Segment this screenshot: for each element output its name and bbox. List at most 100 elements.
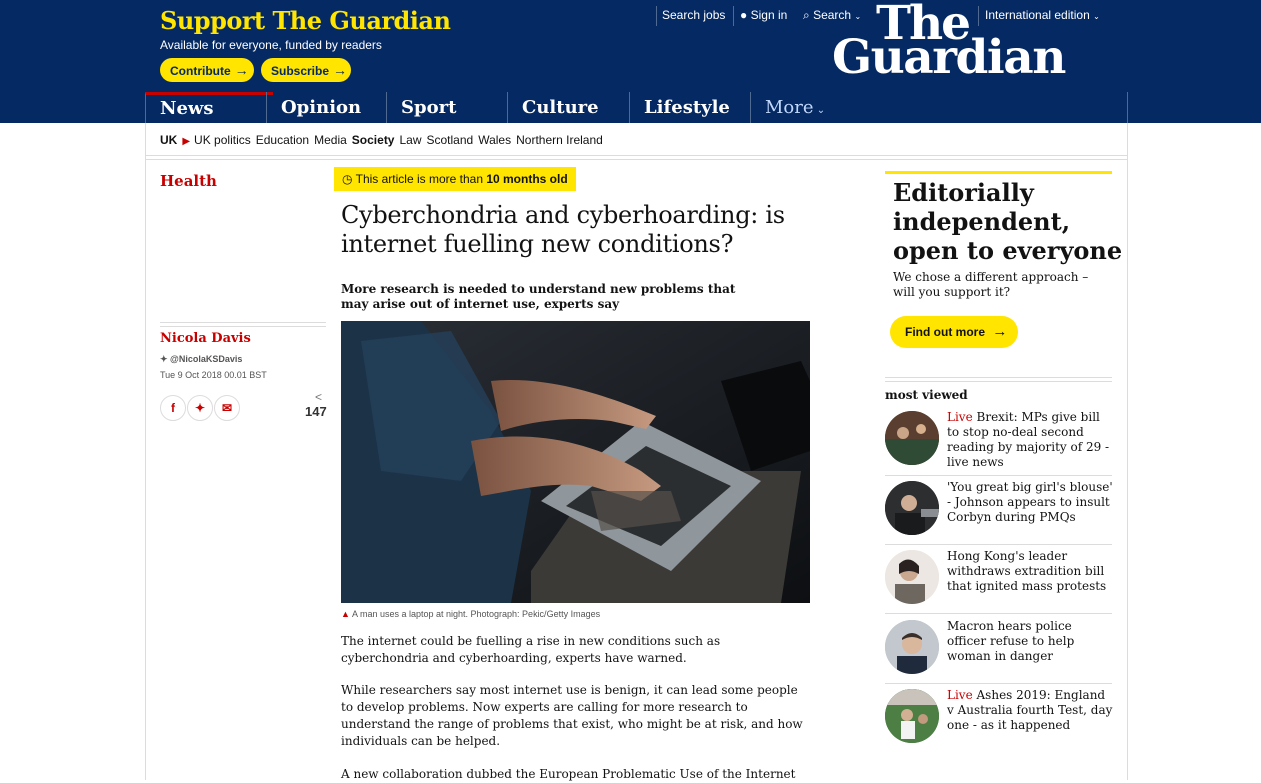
nav-news[interactable]: News [145, 92, 273, 123]
search-jobs-link[interactable]: Search jobs [662, 8, 725, 22]
triangle-up-icon: ▲ [341, 609, 350, 619]
thumbnail-art [885, 411, 939, 465]
live-badge: Live [947, 688, 973, 702]
age-value: 10 months old [486, 172, 568, 186]
most-viewed-title: Live Brexit: MPs give bill to stop no-de… [947, 410, 1113, 470]
article-photo [341, 321, 810, 603]
arrow-right-icon: → [234, 62, 249, 78]
divider [733, 6, 734, 26]
subnav-uk-politics[interactable]: UK politics [194, 133, 251, 147]
contribute-button[interactable]: Contribute → [160, 58, 254, 82]
promo-accent [885, 171, 1112, 174]
subnav: UK ▶ UK politics Education Media Society Law Sc… [160, 133, 608, 147]
share-icon: < [315, 390, 323, 404]
subnav-scotland[interactable]: Scotland [427, 133, 474, 147]
thumbnail [885, 550, 939, 604]
find-out-more-button[interactable]: Find out more → [890, 316, 1018, 348]
subnav-northern-ireland[interactable]: Northern Ireland [516, 133, 603, 147]
share-count: 147 [305, 404, 327, 419]
subnav-uk[interactable]: UK [160, 133, 177, 147]
photo-caption: ▲ A man uses a laptop at night. Photogra… [341, 609, 600, 619]
thumbnail-art [885, 481, 939, 535]
subnav-wales[interactable]: Wales [478, 133, 511, 147]
email-icon: ✉ [221, 401, 233, 415]
divider [885, 377, 1112, 378]
thumbnail [885, 689, 939, 743]
promo-title: Editorially independent, open to everyon… [893, 178, 1123, 265]
email-share-button[interactable]: ✉ [214, 395, 240, 421]
triangle-right-icon: ▶ [182, 136, 191, 147]
nav-culture[interactable]: Culture [507, 92, 625, 123]
most-viewed-item[interactable]: Live Brexit: MPs give bill to stop no-de… [885, 410, 1113, 481]
find-out-more-label: Find out more [905, 325, 985, 339]
divider [885, 381, 1112, 382]
most-viewed-heading: most viewed [885, 388, 968, 402]
nav-sport[interactable]: Sport [386, 92, 504, 123]
article-paragraph: The internet could be fuelling a rise in… [341, 634, 721, 665]
arrow-right-icon: → [992, 323, 1008, 340]
user-icon: ● [740, 8, 748, 22]
search-icon: ⌕ [803, 8, 810, 22]
divider [885, 683, 1112, 684]
twitter-share-button[interactable]: ✦ [187, 395, 213, 421]
most-viewed-item[interactable]: 'You great big girl's blouse' - Johnson … [885, 480, 1113, 551]
article-headline: Cyberchondria and cyberhoarding: is inte… [341, 201, 785, 258]
sign-in-link[interactable]: ● Sign in [740, 8, 787, 22]
divider [145, 155, 1128, 156]
age-prefix: This article is more than [355, 172, 487, 186]
nav-more-label: More [765, 97, 814, 118]
nav-lifestyle[interactable]: Lifestyle [629, 92, 747, 123]
divider [160, 326, 326, 327]
subnav-education[interactable]: Education [256, 133, 309, 147]
article-paragraph: A new collaboration dubbed the European … [341, 767, 796, 781]
promo-text: We chose a different approach – will you… [893, 270, 1089, 299]
divider [656, 6, 657, 26]
nav-opinion[interactable]: Opinion [266, 92, 384, 123]
publish-date: Tue 9 Oct 2018 00.01 BST [160, 370, 267, 380]
photo-laptop-illustration [341, 321, 810, 603]
author-twitter[interactable]: ✦ @NicolaKSDavis [160, 354, 242, 365]
twitter-icon: ✦ [160, 354, 171, 364]
masthead: Support The Guardian Available for every… [0, 0, 1261, 123]
thumbnail [885, 481, 939, 535]
divider [885, 613, 1112, 614]
divider [885, 544, 1112, 545]
clock-icon: ◷ [342, 172, 353, 186]
subnav-law[interactable]: Law [399, 133, 421, 147]
article-standfirst: More research is needed to understand ne… [341, 282, 736, 311]
thumbnail-art [885, 550, 939, 604]
most-viewed-title: 'You great big girl's blouse' - Johnson … [947, 480, 1113, 524]
sign-in-label: Sign in [750, 8, 788, 22]
facebook-share-button[interactable]: f [160, 395, 186, 421]
arrow-right-icon: → [333, 62, 348, 78]
most-viewed-item[interactable]: Hong Kong's leader withdraws extradition… [885, 549, 1112, 620]
caption-text: A man uses a laptop at night. Photograph… [351, 609, 601, 619]
contribute-label: Contribute [170, 64, 231, 78]
most-viewed-title: Hong Kong's leader withdraws extradition… [947, 549, 1107, 593]
logo-guardian: Guardian [832, 30, 1066, 85]
nav-more[interactable]: More ⌄ [750, 92, 1128, 123]
chevron-down-icon: ⌄ [1093, 12, 1100, 21]
subnav-media[interactable]: Media [314, 133, 347, 147]
facebook-icon: f [171, 401, 175, 415]
most-viewed-title: Macron hears police officer refuse to he… [947, 619, 1075, 663]
subscribe-button[interactable]: Subscribe → [261, 58, 351, 82]
subnav-society[interactable]: Society [352, 133, 395, 147]
most-viewed-item[interactable]: Live Ashes 2019: England v Australia fou… [885, 688, 1112, 759]
thumbnail [885, 411, 939, 465]
page-border [145, 123, 146, 780]
support-title: Support The Guardian [160, 6, 451, 35]
section-label[interactable]: Health [160, 172, 217, 190]
support-subtitle: Available for everyone, funded by reader… [160, 38, 382, 52]
divider [885, 475, 1112, 476]
page-border [1127, 123, 1128, 780]
author-name[interactable]: Nicola Davis [160, 331, 251, 346]
twitter-icon: ✦ [194, 401, 206, 415]
thumbnail-art [885, 620, 939, 674]
guardian-logo[interactable]: The Guardian [832, 0, 1066, 85]
twitter-handle: @NicolaKSDavis [170, 354, 243, 364]
article-paragraph: While researchers say most internet use … [341, 683, 803, 748]
most-viewed-item[interactable]: Macron hears police officer refuse to he… [885, 619, 1112, 690]
chevron-down-icon: ⌄ [813, 105, 826, 116]
thumbnail [885, 620, 939, 674]
